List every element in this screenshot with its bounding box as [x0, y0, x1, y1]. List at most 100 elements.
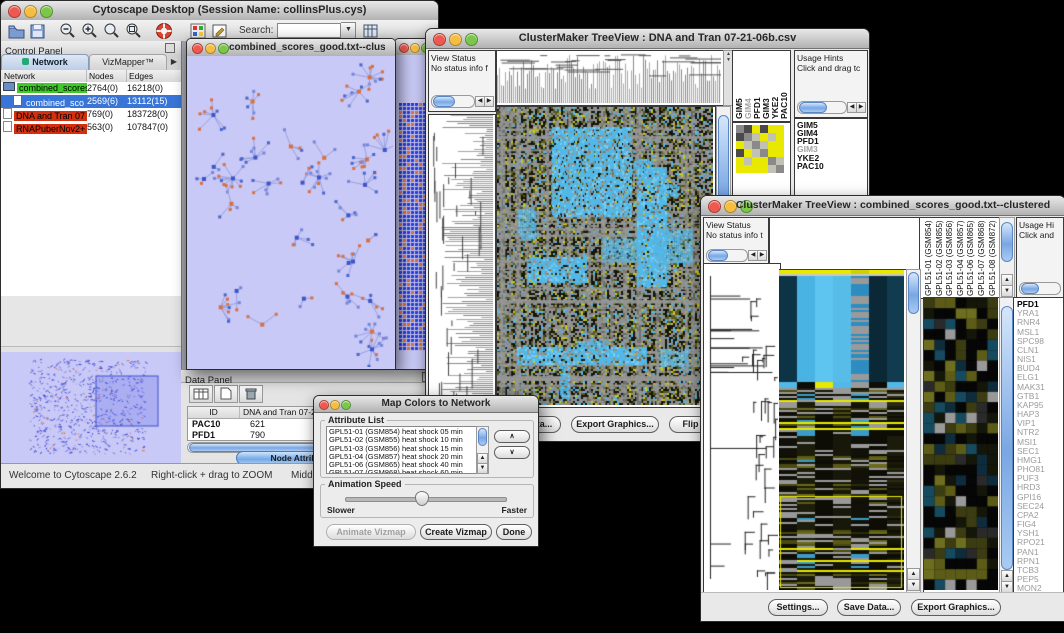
network-overview-panel[interactable] — [1, 352, 181, 464]
col-network[interactable]: Network — [1, 70, 87, 82]
matrix-cell[interactable] — [736, 165, 744, 173]
column-labels-vscrollbar[interactable]: ▲ ▼ — [999, 217, 1015, 299]
gene-dendrogram-canvas[interactable] — [704, 264, 778, 590]
matrix-cell[interactable] — [744, 157, 752, 165]
matrix-cell[interactable] — [760, 133, 768, 141]
network-row-dna-tran[interactable]: DNA and Tran 07 769(0) 183728(0) — [1, 108, 181, 121]
matrix-cell[interactable] — [776, 165, 784, 173]
matrix-cell[interactable] — [744, 141, 752, 149]
matrix-cell[interactable] — [752, 141, 760, 149]
minimize-button[interactable] — [205, 43, 216, 54]
scroll-down-button[interactable]: ▼ — [907, 579, 920, 591]
new-attribute-icon[interactable] — [214, 385, 238, 403]
attribute-list-item[interactable]: GPL51-07 (GSM868) heat shock 60 min — [329, 469, 477, 474]
matrix-cell[interactable] — [760, 149, 768, 157]
network-graph-canvas[interactable] — [187, 56, 393, 367]
zoom-heatmap-canvas[interactable] — [924, 298, 998, 590]
array-dendrogram-canvas[interactable] — [497, 51, 721, 103]
gene-dendrogram-panel[interactable] — [703, 263, 781, 593]
scroll-down-button[interactable]: ▼ — [1001, 285, 1013, 297]
matrix-cell[interactable] — [768, 157, 776, 165]
column-label[interactable]: GPL51-06 (GSM865) — [965, 218, 976, 298]
matrix-cell[interactable] — [776, 133, 784, 141]
global-heatmap-canvas[interactable] — [779, 270, 904, 590]
matrix-cell[interactable] — [760, 141, 768, 149]
matrix-cell[interactable] — [776, 149, 784, 157]
array-dendrogram-panel[interactable] — [496, 50, 724, 106]
matrix-cell[interactable] — [768, 165, 776, 173]
matrix-cell[interactable] — [768, 125, 776, 133]
matrix-cell[interactable] — [752, 133, 760, 141]
annotation-icon[interactable] — [211, 22, 229, 40]
matrix-cell[interactable] — [752, 165, 760, 173]
gene-dendrogram-panel[interactable] — [428, 114, 496, 408]
col-edges[interactable]: Edges — [127, 70, 179, 82]
close-button[interactable] — [433, 33, 446, 46]
speed-slider-thumb[interactable] — [415, 491, 429, 506]
matrix-cell[interactable] — [760, 157, 768, 165]
matrix-cell[interactable] — [736, 141, 744, 149]
minimize-button[interactable] — [410, 43, 420, 53]
close-button[interactable] — [319, 400, 329, 410]
column-label[interactable]: GPL51-07 (GSM868) — [976, 218, 987, 298]
array-dendrogram-panel[interactable] — [769, 217, 921, 271]
matrix-cell[interactable] — [776, 141, 784, 149]
export-graphics-button[interactable]: Export Graphics... — [571, 416, 659, 433]
matrix-cell[interactable] — [752, 125, 760, 133]
gene-dendrogram-canvas[interactable] — [429, 115, 493, 405]
attribute-list-vscrollbar[interactable]: ▲ ▼ — [476, 426, 489, 474]
zoom-in-icon[interactable] — [81, 22, 99, 40]
col-id[interactable]: ID — [188, 407, 240, 418]
column-label[interactable]: GPL51-08 (GSM872) — [987, 218, 998, 298]
matrix-cell[interactable] — [744, 165, 752, 173]
attribute-list[interactable]: GPL51-01 (GSM854) heat shock 05 minGPL51… — [326, 426, 478, 474]
settings-button[interactable]: Settings... — [768, 599, 828, 616]
matrix-cell[interactable] — [744, 125, 752, 133]
matrix-cell[interactable] — [752, 157, 760, 165]
scroll-right-button[interactable]: ▶ — [757, 250, 767, 261]
global-heatmap-panel[interactable] — [496, 106, 716, 408]
network-canvas-area[interactable] — [187, 56, 395, 369]
network-row-combined-scores[interactable]: combined_scores 2764(0) 16218(0) — [1, 82, 181, 95]
close-button[interactable] — [192, 43, 203, 54]
close-button[interactable] — [708, 200, 721, 213]
zoom-out-icon[interactable] — [59, 22, 77, 40]
heatmap-vscrollbar[interactable]: ▲ ▼ — [906, 269, 921, 593]
scroll-down-button[interactable]: ▼ — [477, 463, 488, 474]
animate-vizmap-button[interactable]: Animate Vizmap — [326, 524, 416, 540]
scroll-right-button[interactable]: ▶ — [484, 96, 494, 107]
matrix-cell[interactable] — [736, 133, 744, 141]
create-vizmap-button[interactable]: Create Vizmap — [420, 524, 492, 540]
network-row-rnapuber[interactable]: RNAPuberNov2+ 563(0) 107847(0) — [1, 121, 181, 134]
save-data-button[interactable]: Save Data... — [837, 599, 901, 616]
done-button[interactable]: Done — [496, 524, 532, 540]
usage-hints-hscrollbar[interactable] — [1019, 282, 1061, 295]
close-button[interactable] — [399, 43, 409, 53]
table-select-icon[interactable] — [189, 385, 213, 403]
zoom-heatmap-panel[interactable] — [923, 297, 1001, 593]
vizmapper-colors-icon[interactable] — [189, 22, 207, 40]
matrix-cell[interactable] — [752, 149, 760, 157]
matrix-cell[interactable] — [760, 165, 768, 173]
matrix-cell[interactable] — [768, 141, 776, 149]
matrix-cell[interactable] — [776, 125, 784, 133]
network-row-combined-sco-selected[interactable]: combined_sco 2569(6) 13112(15) — [1, 95, 181, 108]
search-dropdown-button[interactable]: ▼ — [341, 22, 356, 39]
delete-attribute-icon[interactable] — [239, 385, 263, 403]
minimize-button[interactable] — [330, 400, 340, 410]
column-label[interactable]: GPL51-02 (GSM855) — [934, 218, 945, 298]
view-status-hscrollbar[interactable] — [431, 95, 475, 108]
network-overview-canvas[interactable] — [1, 352, 179, 462]
export-graphics-button[interactable]: Export Graphics... — [911, 599, 1001, 616]
move-down-button[interactable]: ∨ — [494, 446, 530, 459]
matrix-cell[interactable] — [736, 125, 744, 133]
open-file-icon[interactable] — [7, 22, 25, 40]
column-label[interactable]: GPL51-01 (GSM854) — [923, 218, 934, 298]
save-icon[interactable] — [29, 22, 47, 40]
view-status-hscrollbar[interactable] — [706, 249, 748, 262]
tab-overflow-button[interactable]: ▶ — [167, 54, 181, 70]
zoom-fit-icon[interactable] — [103, 22, 121, 40]
gene-labels-panel[interactable]: PFD1YRA1RNR4MSL1SPC98CLN1NIS1BUD4ELG1MAK… — [1013, 297, 1064, 593]
float-panel-icon[interactable] — [165, 43, 175, 53]
gene-label[interactable]: PAC10 — [797, 162, 867, 170]
